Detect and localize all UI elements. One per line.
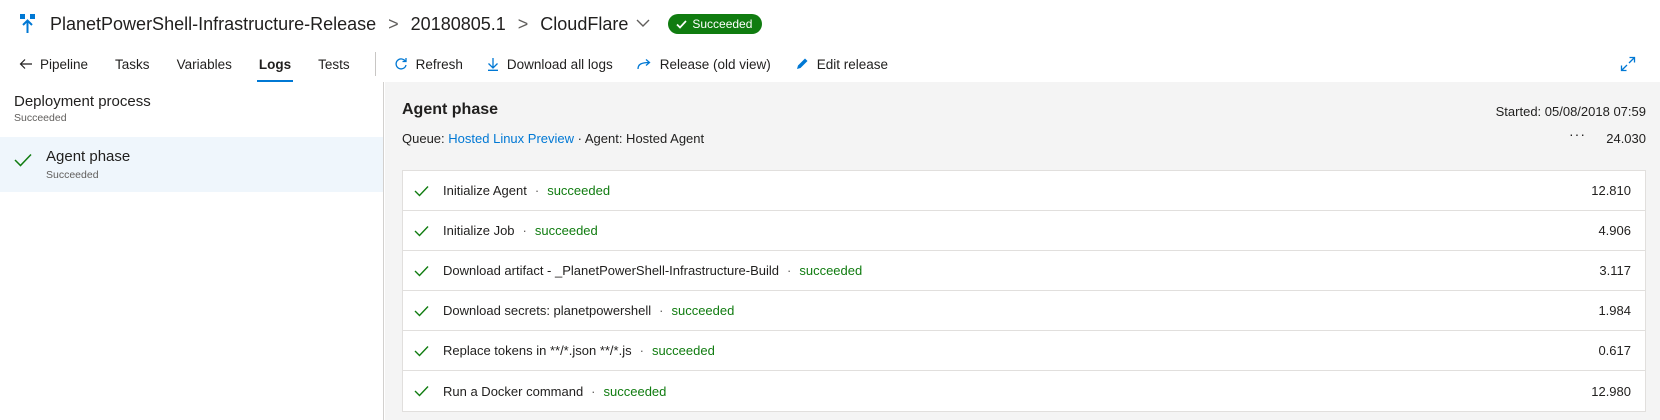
breadcrumb-release-number[interactable]: 20180805.1 <box>411 14 506 35</box>
deployment-process-title: Deployment process <box>14 93 151 110</box>
task-status: succeeded <box>651 343 715 358</box>
status-badge-label: Succeeded <box>692 17 753 31</box>
tab-tests[interactable]: Tests <box>318 46 350 82</box>
task-name-text: Initialize Agent <box>443 183 527 198</box>
release-old-view-label: Release (old view) <box>659 56 771 72</box>
status-badge: Succeeded <box>668 14 763 34</box>
breadcrumb-release[interactable]: PlanetPowerShell-Infrastructure-Release <box>50 14 376 35</box>
check-icon <box>414 264 429 282</box>
tab-variables[interactable]: Variables <box>177 46 232 82</box>
chevron-down-icon[interactable] <box>636 15 650 33</box>
started-time: Started: 05/08/2018 07:59 <box>1495 104 1646 119</box>
release-icon <box>19 13 37 35</box>
download-icon <box>487 58 498 71</box>
arrow-left-icon <box>19 59 32 69</box>
phase-duration: 24.030 <box>1606 131 1646 146</box>
check-icon <box>414 384 429 402</box>
breadcrumb-separator: > <box>388 13 399 34</box>
task-name: Run a Docker command · succeeded <box>443 383 667 399</box>
deployment-process[interactable]: Deployment process Succeeded <box>14 93 151 124</box>
pencil-icon <box>796 58 808 69</box>
agent-info: · Agent: Hosted Agent <box>577 131 705 146</box>
check-icon <box>414 344 429 362</box>
tab-label: Tests <box>318 56 350 72</box>
task-name: Download artifact - _PlanetPowerShell-In… <box>443 263 863 278</box>
breadcrumb-environment[interactable]: CloudFlare <box>540 14 628 35</box>
breadcrumb-separator: > <box>517 13 529 34</box>
task-name: Download secrets: planetpowershell · succe… <box>443 303 735 318</box>
task-status: succeeded <box>547 183 611 198</box>
task-duration: 0.617 <box>1598 343 1631 358</box>
tab-label: Logs <box>258 56 292 72</box>
task-name: Initialize Job · succeeded <box>443 223 598 238</box>
task-row[interactable]: Run a Docker command · succeeded 12.980 <box>403 371 1645 411</box>
refresh-button[interactable]: Refresh <box>394 57 463 72</box>
refresh-label: Refresh <box>415 56 463 72</box>
task-row[interactable]: Download artifact - _PlanetPowerShell-In… <box>403 251 1645 291</box>
task-name: Replace tokens in **/*.json **/*.js · succ… <box>443 343 715 358</box>
queue-link[interactable]: Hosted Linux Preview <box>448 131 574 146</box>
task-status: succeeded <box>799 263 863 278</box>
check-icon <box>14 153 32 172</box>
task-name-text: Initialize Job <box>443 223 515 238</box>
task-name: Initialize Agent · succeeded <box>443 183 611 198</box>
task-name-text: Download secrets: planetpowershell <box>443 303 652 318</box>
task-name-text: Download artifact - _PlanetPowerShell-In… <box>443 263 779 278</box>
toolbar: Pipeline Tasks Variables Logs Tests Refr… <box>0 46 1660 82</box>
expand-icon <box>1620 56 1636 72</box>
task-duration: 4.906 <box>1598 223 1631 238</box>
toolbar-divider <box>374 52 376 76</box>
edit-release-label: Edit release <box>816 56 889 72</box>
task-status: succeeded <box>603 383 667 399</box>
task-list: Initialize Agent · succeeded 12.810 Initia… <box>402 170 1646 412</box>
queue-label: Queue: <box>402 131 445 146</box>
task-status: succeeded <box>671 303 735 318</box>
task-row[interactable]: Initialize Agent · succeeded 12.810 <box>403 171 1645 211</box>
redirect-icon <box>637 58 651 69</box>
tab-label: Pipeline <box>40 56 89 72</box>
task-status: succeeded <box>534 223 598 238</box>
task-name-text: Replace tokens in **/*.json **/*.js <box>443 343 632 358</box>
edit-release-button[interactable]: Edit release <box>795 57 888 72</box>
release-old-view-button[interactable]: Release (old view) <box>637 57 771 72</box>
task-duration: 12.980 <box>1591 383 1631 399</box>
check-icon <box>414 304 429 322</box>
phase-name: Agent phase <box>46 148 131 165</box>
check-icon <box>676 19 687 29</box>
task-duration: 1.984 <box>1598 303 1631 318</box>
more-options-button[interactable]: ··· <box>1569 126 1586 142</box>
phase-status: Succeeded <box>46 169 99 181</box>
download-all-logs-button[interactable]: Download all logs <box>487 57 613 72</box>
left-panel: Deployment process Succeeded Agent phase… <box>0 82 384 420</box>
task-row[interactable]: Replace tokens in **/*.json **/*.js · succ… <box>403 331 1645 371</box>
header: PlanetPowerShell-Infrastructure-Release … <box>0 0 1660 48</box>
task-name-text: Run a Docker command <box>443 383 584 399</box>
tab-pipeline[interactable]: Pipeline <box>19 46 88 82</box>
tab-logs[interactable]: Logs <box>256 46 294 82</box>
queue-info: Queue: Hosted Linux Preview · Agent: Hos… <box>402 131 704 146</box>
task-duration: 12.810 <box>1591 183 1631 198</box>
task-duration: 3.117 <box>1599 263 1631 278</box>
refresh-icon <box>395 58 407 70</box>
tab-tasks[interactable]: Tasks <box>115 46 150 82</box>
task-row[interactable]: Download secrets: planetpowershell · succe… <box>403 291 1645 331</box>
phase-item-agent-phase[interactable]: Agent phase Succeeded <box>0 137 383 192</box>
phase-title: Agent phase <box>402 101 499 118</box>
check-icon <box>414 184 429 202</box>
tab-label: Variables <box>176 56 232 72</box>
task-row[interactable]: Initialize Job · succeeded 4.906 <box>403 211 1645 251</box>
check-icon <box>414 224 429 242</box>
expand-button[interactable] <box>1620 56 1636 77</box>
tab-label: Tasks <box>115 56 150 72</box>
deployment-process-status: Succeeded <box>14 112 67 124</box>
download-label: Download all logs <box>506 56 613 72</box>
right-panel: Agent phase Started: 05/08/2018 07:59 Qu… <box>385 82 1660 420</box>
